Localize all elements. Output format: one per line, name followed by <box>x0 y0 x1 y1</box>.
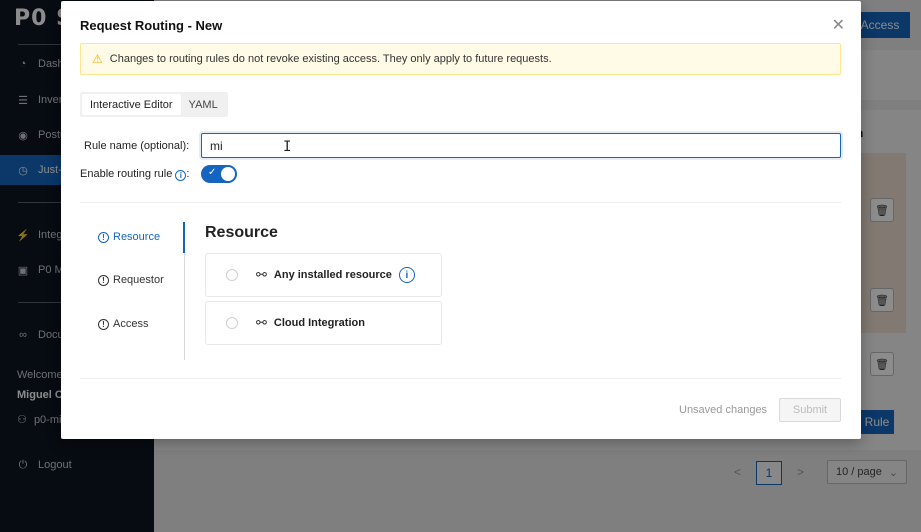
toggle-knob <box>221 167 235 181</box>
close-icon[interactable]: ✕ <box>832 15 845 35</box>
enable-routing-toggle[interactable]: ✓ <box>201 165 237 183</box>
step-access[interactable]: ! Access <box>98 318 148 330</box>
warning-text: Changes to routing rules do not revoke e… <box>109 53 552 65</box>
request-routing-modal: Request Routing - New ✕ ⚠ Changes to rou… <box>61 1 861 439</box>
step-label: Requestor <box>113 274 164 286</box>
submit-button[interactable]: Submit <box>779 398 841 422</box>
warning-banner: ⚠ Changes to routing rules do not revoke… <box>80 43 841 75</box>
info-icon: ! <box>98 231 109 243</box>
label-colon: : <box>186 168 190 180</box>
rule-name-label: Rule name (optional): <box>84 140 190 152</box>
unsaved-changes-text: Unsaved changes <box>679 404 768 416</box>
step-label: Resource <box>113 231 161 243</box>
step-label: Access <box>113 318 149 330</box>
rule-name-input[interactable] <box>201 133 841 158</box>
info-icon[interactable]: i <box>398 267 415 283</box>
info-icon: ! <box>98 318 109 330</box>
text-cursor-icon: I <box>283 139 292 155</box>
divider <box>80 202 841 203</box>
warning-icon: ⚠ <box>92 52 103 66</box>
radio-button[interactable] <box>226 269 238 281</box>
option-label: Any installed resource <box>273 269 392 281</box>
tab-interactive-editor[interactable]: Interactive Editor <box>82 94 181 115</box>
option-cloud-integration[interactable]: ⚯ Cloud Integration <box>205 301 442 345</box>
info-icon[interactable]: i <box>175 170 187 181</box>
step-resource[interactable]: ! Resource <box>98 231 160 243</box>
enable-routing-text: Enable routing rule <box>80 168 173 180</box>
option-any-installed-resource[interactable]: ⚯ Any installed resource i <box>205 253 442 297</box>
step-requestor[interactable]: ! Requestor <box>98 274 164 286</box>
modal-title: Request Routing - New <box>80 18 223 33</box>
divider <box>80 378 841 379</box>
check-icon: ✓ <box>208 167 217 178</box>
steps-track-active <box>183 222 185 253</box>
plug-icon: ⚯ <box>256 267 267 282</box>
tab-yaml[interactable]: YAML <box>181 94 226 115</box>
info-icon: ! <box>98 274 109 286</box>
plug-icon: ⚯ <box>256 315 267 330</box>
enable-routing-label: Enable routing rule i: <box>80 168 189 181</box>
option-label: Cloud Integration <box>273 317 365 329</box>
editor-tabs: Interactive Editor YAML <box>80 92 228 117</box>
section-title: Resource <box>205 224 278 241</box>
radio-button[interactable] <box>226 317 238 329</box>
